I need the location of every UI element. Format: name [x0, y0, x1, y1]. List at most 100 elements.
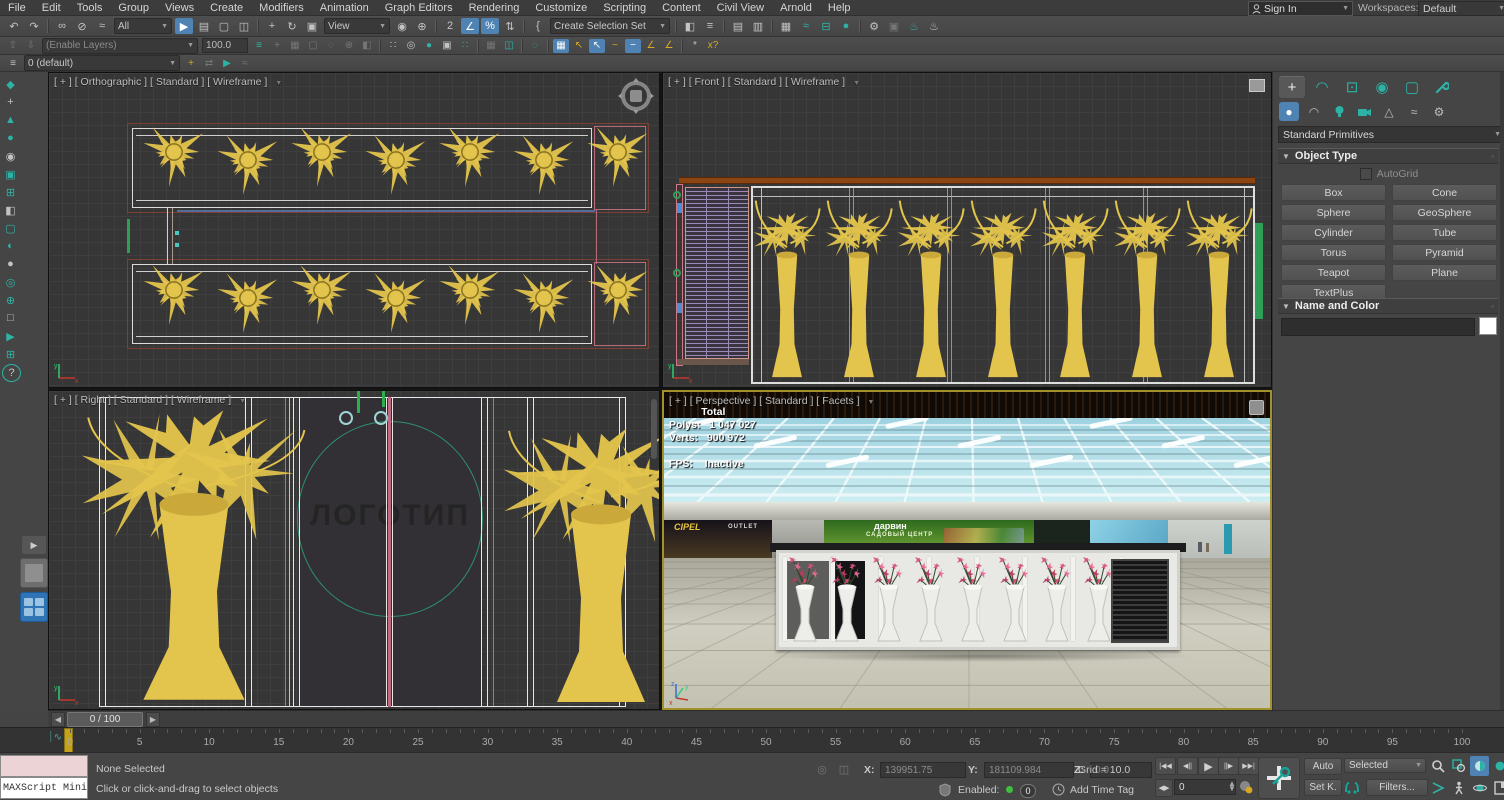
left-toolbar-icon-15[interactable]: ▶ — [2, 328, 19, 344]
time-slider-handle[interactable]: 0 / 100 — [67, 712, 143, 727]
selection-lock-icon[interactable]: ◫ — [835, 761, 853, 777]
set-key-button[interactable]: Set K. — [1304, 779, 1342, 796]
menu-content[interactable]: Content — [654, 2, 709, 14]
left-toolbar-icon-7[interactable]: ⊞ — [2, 184, 19, 200]
name-color-rollout[interactable]: ▼Name and Color▫ — [1278, 298, 1498, 314]
create-torus-button[interactable]: Torus — [1281, 244, 1386, 261]
viewport-ortho-label[interactable]: [ + ] [ Orthographic ] [ Standard ] [ Wi… — [54, 76, 282, 88]
bind-spacewarp-icon[interactable]: ≈ — [93, 18, 111, 34]
unlink-selection-icon[interactable]: ⊘ — [73, 18, 91, 34]
menu-views[interactable]: Views — [157, 2, 202, 14]
layer-props-icon[interactable]: ≈ — [237, 56, 253, 70]
default-layer-dropdown[interactable]: 0 (default)▼ — [24, 55, 180, 71]
rect-selection-region-icon[interactable]: ▢ — [215, 18, 233, 34]
select-link-icon[interactable]: ∞ — [53, 18, 71, 34]
ribbon-icon[interactable]: ▦ — [777, 18, 795, 34]
zoom-extents-all-icon[interactable] — [1491, 756, 1504, 776]
tab-modify-icon[interactable]: ◠ — [1309, 76, 1335, 98]
pick-layer-icon[interactable]: ▦ — [287, 39, 303, 53]
next-frame-arrow[interactable]: ▶ — [146, 712, 160, 727]
enabled-count-badge[interactable]: 0 — [1020, 784, 1036, 798]
prop-layer-icon[interactable]: ◧ — [359, 39, 375, 53]
menu-scripting[interactable]: Scripting — [595, 2, 654, 14]
viewport-orthographic[interactable]: [ + ] [ Orthographic ] [ Standard ] [ Wi… — [48, 72, 660, 388]
prev-frame-arrow[interactable]: ◀ — [51, 712, 65, 727]
grid-snap-icon[interactable]: ▦ — [483, 39, 499, 53]
select-by-name-icon[interactable]: ▤ — [195, 18, 213, 34]
viewport-persp-label[interactable]: [ + ] [ Perspective ] [ Standard ] [ Fac… — [669, 395, 874, 407]
spinner-snap-icon[interactable]: ⇅ — [501, 18, 519, 34]
left-toolbar-icon-8[interactable]: ◧ — [2, 202, 19, 218]
render-layer-icon[interactable]: ⊕ — [341, 39, 357, 53]
angle-q-icon[interactable]: ∠ — [643, 39, 659, 53]
scroll-hint[interactable] — [651, 399, 657, 459]
menu-create[interactable]: Create — [202, 2, 251, 14]
maxscript-mini-input[interactable] — [0, 755, 88, 777]
current-frame-field[interactable]: 0 — [1174, 779, 1236, 795]
viewport-front-label[interactable]: [ + ] [ Front ] [ Standard ] [ Wireframe… — [668, 76, 860, 88]
layout-quad-button[interactable] — [20, 592, 48, 622]
left-toolbar-icon-13[interactable]: ⊕ — [2, 292, 19, 308]
viewport-right[interactable]: [ + ] [ Right ] [ Standard ] [ Wireframe… — [48, 390, 660, 710]
menu-customize[interactable]: Customize — [527, 2, 595, 14]
curve-editor-icon[interactable]: ≈ — [797, 18, 815, 34]
freeze-icon[interactable]: ▢ — [305, 39, 321, 53]
render-setup-icon[interactable]: ⚙ — [865, 18, 883, 34]
render-iterative-icon[interactable]: ♨ — [925, 18, 943, 34]
dual-dot-icon[interactable]: ◫ — [501, 39, 517, 53]
play-button[interactable]: ▶ — [1198, 757, 1219, 775]
field-of-view-icon[interactable] — [1428, 778, 1447, 798]
layout-tabs-expand-button[interactable]: ▶ — [22, 536, 46, 554]
orbit-icon[interactable] — [1470, 778, 1489, 798]
next-frame-button[interactable]: ||▶ — [1218, 757, 1239, 775]
pivot-dot-icon[interactable]: ∷ — [385, 39, 401, 53]
object-color-swatch[interactable] — [1479, 317, 1497, 335]
hide-icon[interactable]: ◌ — [323, 39, 339, 53]
create-box-button[interactable]: Box — [1281, 184, 1386, 201]
use-center-icon[interactable]: ⊕ — [413, 18, 431, 34]
menu-modifiers[interactable]: Modifiers — [251, 2, 312, 14]
reference-coordinate-dropdown[interactable]: View▼ — [324, 18, 390, 34]
panel-scrollbar[interactable] — [1500, 72, 1504, 710]
x-coordinate-field[interactable]: 139951.75 — [880, 762, 966, 778]
left-toolbar-icon-9[interactable]: ▢ — [2, 220, 19, 236]
go-to-end-button[interactable]: ▶▶| — [1238, 757, 1259, 775]
left-toolbar-icon-3[interactable]: ▲ — [2, 112, 19, 128]
tab-motion-icon[interactable]: ◉ — [1369, 76, 1395, 98]
menu-rendering[interactable]: Rendering — [461, 2, 528, 14]
viewport-nav-gizmo-icon[interactable] — [617, 77, 655, 115]
mirror-icon[interactable]: ◧ — [681, 18, 699, 34]
layer-explorer-icon[interactable]: ▥ — [749, 18, 767, 34]
layout-single-button[interactable] — [20, 558, 48, 588]
helpers-icon[interactable]: △ — [1379, 102, 1399, 121]
systems-icon[interactable]: ⚙ — [1429, 102, 1449, 121]
rendered-frame-icon[interactable]: ▣ — [885, 18, 903, 34]
left-toolbar-icon-11[interactable]: ● — [2, 256, 19, 272]
select-in-layer-icon[interactable]: ▶ — [219, 56, 235, 70]
schematic-view-icon[interactable]: ⊟ — [817, 18, 835, 34]
left-toolbar-icon-6[interactable]: ▣ — [2, 166, 19, 182]
menu-tools[interactable]: Tools — [69, 2, 111, 14]
material-editor-icon[interactable]: ● — [837, 18, 855, 34]
menu-group[interactable]: Group — [110, 2, 157, 14]
isolate-selection-icon[interactable]: ◎ — [813, 761, 831, 777]
tab-create-icon[interactable]: + — [1279, 76, 1305, 98]
create-cylinder-button[interactable]: Cylinder — [1281, 224, 1386, 241]
edge-snap-icon[interactable]: − — [607, 39, 623, 53]
track-bar[interactable]: ⏐∿ 0510152025303540455055606570758085909… — [0, 727, 1504, 753]
left-toolbar-icon-16[interactable]: ⊞ — [2, 346, 19, 362]
key-mode-toggle[interactable]: ◀▶ — [1155, 779, 1173, 797]
viewport-right-label[interactable]: [ + ] [ Right ] [ Standard ] [ Wireframe… — [54, 394, 246, 406]
align-icon[interactable]: ≡ — [701, 18, 719, 34]
object-type-rollout[interactable]: ▼Object Type▫ — [1278, 148, 1498, 164]
goto-layer-icon[interactable]: ⇄ — [201, 56, 217, 70]
layer-stack-icon[interactable]: ≡ — [251, 39, 267, 53]
left-toolbar-icon-12[interactable]: ◎ — [2, 274, 19, 290]
viewport-perspective[interactable]: CIPEL OUTLET дарвин САДОВЫЙ ЦЕНТР 1 ЭТАЖ — [662, 390, 1272, 710]
angle-snap-icon[interactable]: ∠ — [461, 18, 479, 34]
shapes-icon[interactable]: ◠ — [1304, 102, 1324, 121]
layers-dropdown[interactable]: (Enable Layers)▼ — [42, 38, 198, 54]
left-toolbar-icon-1[interactable]: ◆ — [2, 76, 19, 92]
key-filter-dropdown[interactable]: Selected▼ — [1344, 758, 1426, 773]
left-toolbar-icon-4[interactable]: ● — [2, 130, 19, 146]
